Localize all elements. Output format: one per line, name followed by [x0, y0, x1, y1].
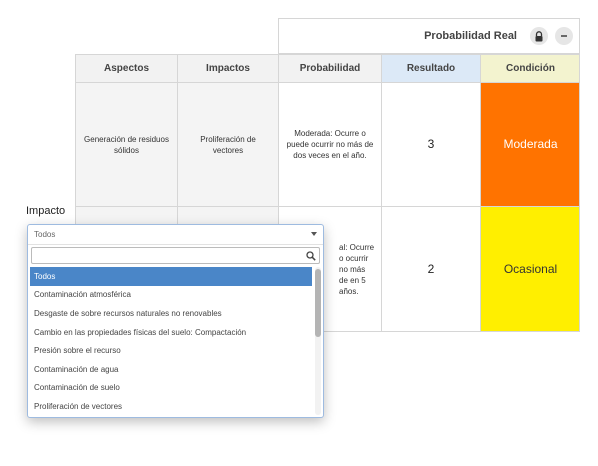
minus-icon: [561, 35, 567, 37]
column-header-impactos: Impactos: [177, 54, 278, 82]
search-icon: [306, 251, 316, 261]
impacto-search-input[interactable]: [31, 247, 320, 264]
cell-condicion: Moderada: [480, 82, 580, 206]
column-header-resultado: Resultado: [381, 54, 480, 82]
probabilidad-real-title: Probabilidad Real: [424, 30, 517, 42]
table-border: [579, 54, 580, 332]
impacto-option[interactable]: Contaminación de suelo: [30, 379, 312, 398]
cell-resultado: 2: [381, 206, 480, 332]
impacto-option[interactable]: Todos: [30, 267, 312, 286]
cell-impacto: Proliferación de vectores: [177, 82, 278, 206]
impacto-option[interactable]: Contaminación atmosférica: [30, 286, 312, 305]
impacto-select[interactable]: Todos: [28, 225, 323, 245]
cell-condicion: Ocasional: [480, 206, 580, 332]
column-header-probabilidad: Probabilidad: [278, 54, 381, 82]
impacto-selected-value: Todos: [34, 230, 56, 239]
impacto-dropdown: Todos Todos Contaminación atmosférica De…: [27, 224, 324, 418]
cell-resultado: 3: [381, 82, 480, 206]
chevron-down-icon: [311, 232, 317, 236]
impacto-option[interactable]: Desgaste de sobre recursos naturales no …: [30, 304, 312, 323]
probabilidad-real-header: Probabilidad Real: [278, 18, 580, 54]
column-header-condicion: Condición: [480, 54, 580, 82]
impacto-options-list: Todos Contaminación atmosférica Desgaste…: [30, 267, 312, 416]
cell-probabilidad: Moderada: Ocurre o puede ocurrir no más …: [278, 82, 381, 206]
column-header-aspectos: Aspectos: [75, 54, 177, 82]
scrollbar-thumb[interactable]: [315, 269, 321, 337]
impacto-option[interactable]: Contaminación de agua: [30, 360, 312, 379]
options-scrollbar[interactable]: [315, 267, 321, 415]
collapse-button[interactable]: [555, 27, 573, 45]
impacto-option[interactable]: Cambio en las propiedades físicas del su…: [30, 323, 312, 342]
lock-icon: [535, 30, 543, 41]
cell-aspecto: Generación de residuos sólidos: [75, 82, 177, 206]
lock-button[interactable]: [530, 27, 548, 45]
impacto-option[interactable]: Presión sobre el recurso: [30, 341, 312, 360]
impacto-label: Impacto: [26, 205, 66, 217]
impacto-option[interactable]: Proliferación de vectores: [30, 397, 312, 416]
